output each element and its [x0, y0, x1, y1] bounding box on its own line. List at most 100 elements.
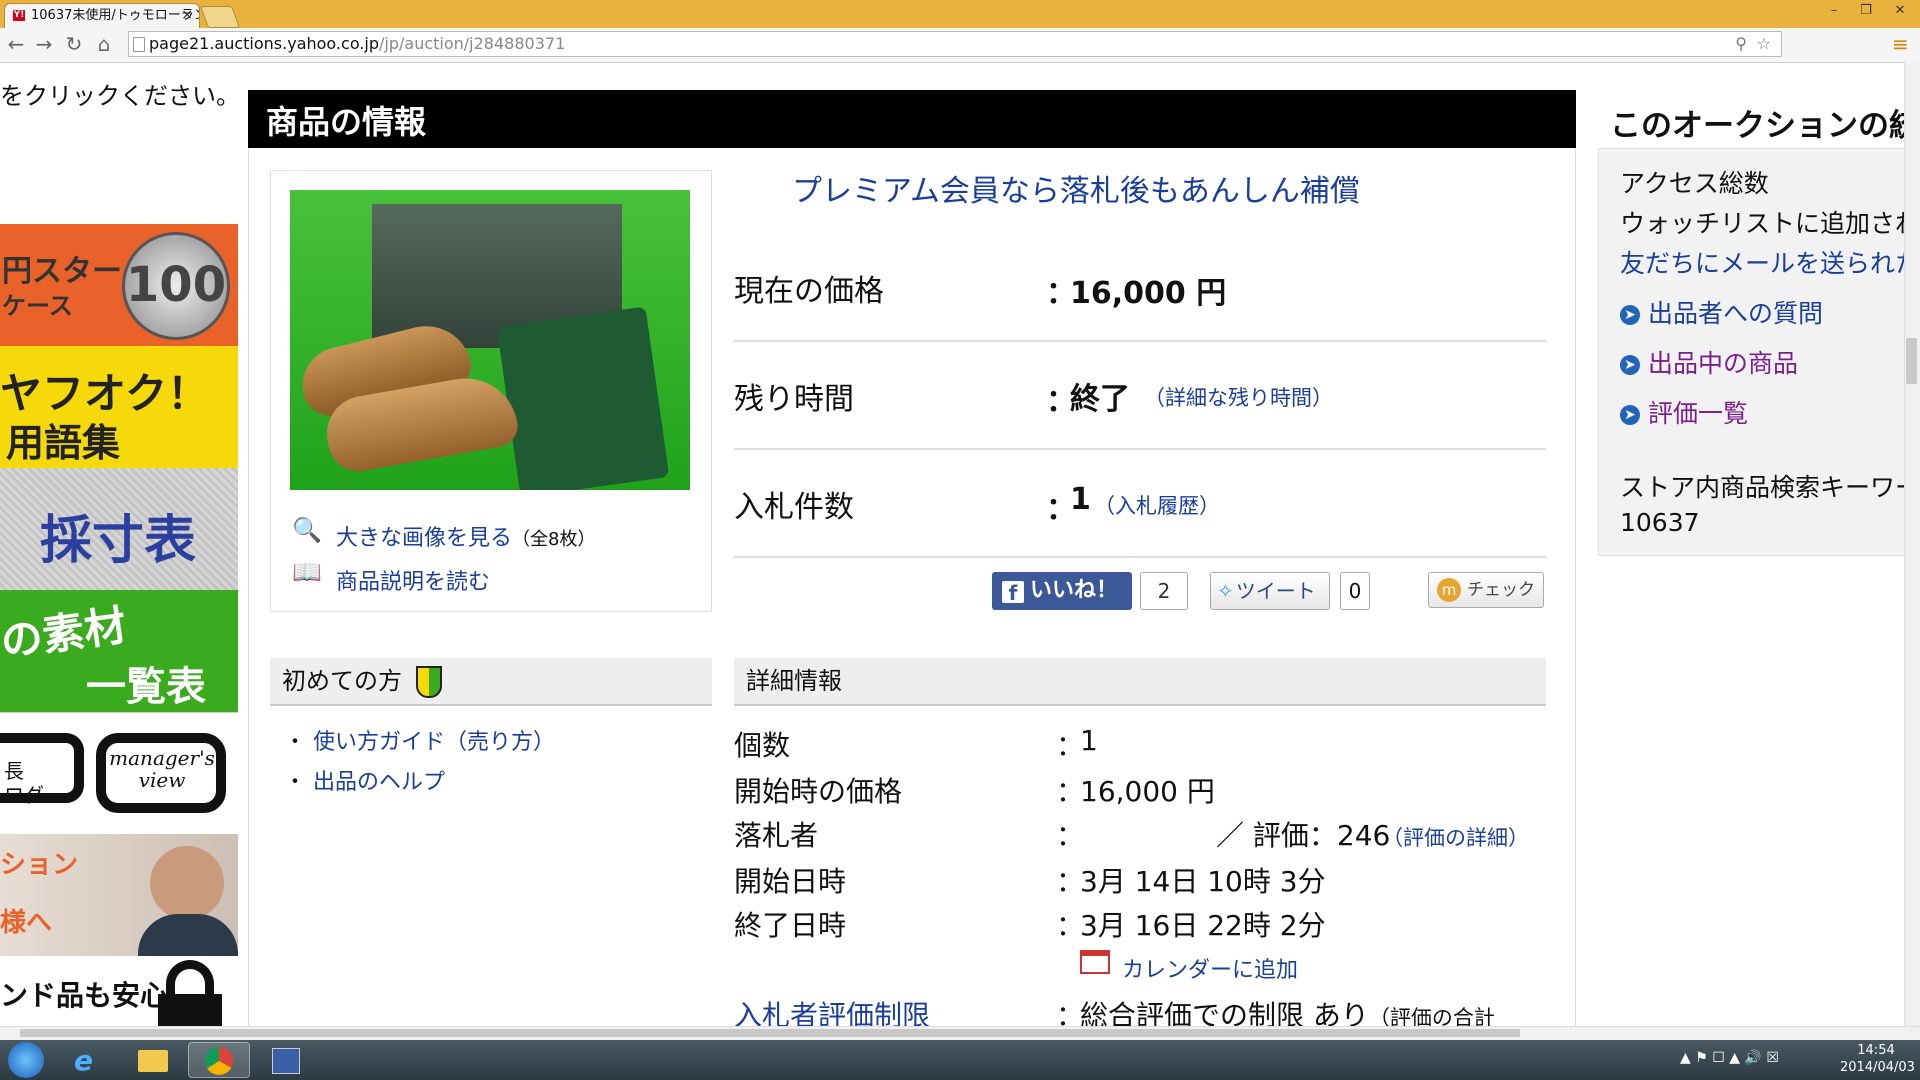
friends-mail-link[interactable]: 友だちにメールを送られた — [1620, 244, 1904, 280]
banner-text: ション — [0, 850, 79, 880]
ie-icon: e — [74, 1044, 93, 1077]
vertical-scroll-thumb[interactable] — [1906, 338, 1917, 384]
seller-question-text[interactable]: 出品者への質問 — [1648, 299, 1823, 328]
clock-time: 14:54 — [1857, 1043, 1895, 1058]
app-taskbar-button[interactable] — [254, 1042, 316, 1078]
arrow-circle-icon: ➤ — [1620, 305, 1640, 325]
system-tray-icons[interactable]: ▲ ⚑ ☐ ▲ 🔊 ☒ — [1680, 1050, 1779, 1066]
current-price-label: 現在の価格 — [734, 274, 884, 309]
divider — [734, 448, 1546, 450]
banner-fashion[interactable]: ション 様へ — [0, 834, 238, 956]
listing-help-text[interactable]: 出品のヘルプ — [313, 770, 445, 795]
banner-size-chart[interactable]: 採寸表 — [0, 468, 238, 590]
read-description-link[interactable]: 商品説明を読む — [336, 564, 490, 596]
app-icon — [272, 1048, 300, 1074]
back-icon[interactable]: ← — [4, 32, 28, 56]
seller-items-text[interactable]: 出品中の商品 — [1648, 349, 1798, 378]
url-host: page21.auctions.yahoo.co.jp — [149, 34, 380, 53]
add-to-calendar-link[interactable]: カレンダーに追加 — [1122, 952, 1298, 984]
vertical-scrollbar[interactable] — [1904, 62, 1920, 1026]
chrome-taskbar-button[interactable] — [188, 1042, 250, 1078]
view-large-link-text[interactable]: 大きな画像を見る — [336, 526, 512, 551]
explorer-icon — [138, 1050, 168, 1072]
url-path: /jp/auction/j284880371 — [379, 34, 566, 53]
detail-colon: ： — [1056, 819, 1085, 852]
seller-items-link[interactable]: ➤ 出品中の商品 — [1620, 344, 1798, 380]
calendar-icon — [1080, 950, 1110, 974]
padlock-body-icon — [158, 994, 222, 1026]
maximize-button[interactable]: ❐ — [1852, 2, 1880, 20]
banner-text: ンド品も安心 — [0, 979, 169, 1012]
rating-list-link[interactable]: ➤ 評価一覧 — [1620, 394, 1748, 430]
access-count-label: アクセス総数 — [1620, 169, 1769, 198]
page-icon — [133, 37, 145, 52]
explorer-taskbar-button[interactable] — [122, 1042, 184, 1078]
reload-icon[interactable]: ↻ — [62, 32, 86, 56]
premium-guarantee-link[interactable]: プレミアム会員なら落札後もあんしん補償 — [792, 166, 1360, 210]
like-count: 2 — [1140, 572, 1188, 610]
start-orb-icon[interactable] — [8, 1042, 44, 1078]
current-price-value: 16,000 円 — [1070, 276, 1227, 311]
banner-subtext: ケース — [2, 292, 73, 320]
facebook-like-button[interactable]: f いいね！ — [992, 572, 1132, 610]
ie-taskbar-button[interactable]: e — [56, 1042, 118, 1078]
tab-title: 10637未使用/トゥモローラン — [31, 8, 200, 23]
banner-yafuoku-glossary[interactable]: ヤフオク！ 用語集 — [0, 346, 238, 468]
browser-tab[interactable]: Y! 10637未使用/トゥモローラン × — [4, 3, 200, 28]
listing-help-link[interactable]: ・ 出品のヘルプ — [284, 764, 445, 796]
seller-question-link[interactable]: ➤ 出品者への質問 — [1620, 294, 1823, 330]
usage-guide-link[interactable]: ・ 使い方ガイド（売り方） — [284, 724, 555, 756]
clock-date: 2014/04/03 — [1840, 1060, 1915, 1075]
menu-icon[interactable]: ≡ — [1892, 32, 1909, 56]
detail-value-start-date: 3月 14日 10時 3分 — [1080, 865, 1326, 898]
detail-value-quantity: 1 — [1080, 724, 1098, 757]
banner-subtext: 様へ — [0, 908, 53, 938]
banner-subtext: 一覧表 — [86, 664, 206, 710]
model-photo — [150, 846, 224, 920]
arrow-circle-icon: ➤ — [1620, 405, 1640, 425]
detail-value-start-price: 16,000 円 — [1080, 775, 1215, 808]
rating-details-link[interactable]: （評価の詳細） — [1382, 822, 1529, 852]
facebook-icon: f — [1002, 581, 1024, 605]
horizontal-scroll-thumb[interactable] — [20, 1029, 1520, 1037]
bookmark-star-icon[interactable]: ☆ — [1757, 32, 1771, 56]
yahoo-favicon-icon: Y! — [13, 10, 25, 21]
banner-100yen-start[interactable]: 円スタート ケース 100 — [0, 224, 238, 346]
magnifier-icon: 🔍 — [292, 516, 322, 544]
detail-value-end-date: 3月 16日 22時 2分 — [1080, 909, 1326, 942]
beginner-heading: 初めての方 — [270, 658, 712, 706]
model-photo-body — [138, 914, 238, 956]
check-label: チェック — [1467, 580, 1535, 600]
detail-label-start-date: 開始日時 — [734, 865, 847, 898]
address-bar[interactable]: page21.auctions.yahoo.co.jp/jp/auction/j… — [128, 31, 1782, 57]
banner-brand-safe[interactable]: ンド品も安心 — [0, 956, 238, 1026]
clock[interactable]: 14:54 2014/04/03 — [1840, 1042, 1915, 1076]
banner-manager-blog[interactable]: 長 ログ manager's view — [0, 712, 238, 836]
bid-count-label: 入札件数 — [734, 490, 854, 525]
beginner-heading-text: 初めての方 — [282, 667, 402, 695]
bidder-rating-limit-link[interactable]: 入札者評価制限 — [734, 994, 930, 1026]
bid-history-link[interactable]: （入札履歴） — [1094, 490, 1220, 520]
zoom-icon[interactable]: ⚲ — [1735, 32, 1747, 56]
view-large-image-link[interactable]: 大きな画像を見る（全8枚） — [336, 520, 595, 552]
detail-label-start-price: 開始時の価格 — [734, 775, 903, 808]
image-count-note: （全8枚） — [512, 529, 596, 550]
tab-close-icon[interactable]: × — [181, 4, 193, 27]
dust-bag — [496, 306, 670, 490]
manager-view-logo: manager's view — [109, 746, 215, 792]
detail-label-winner: 落札者 — [734, 819, 819, 852]
detailed-time-left-link[interactable]: （詳細な残り時間） — [1144, 382, 1333, 412]
forward-icon[interactable]: → — [32, 32, 56, 56]
product-photo[interactable] — [290, 190, 690, 490]
details-heading: 詳細情報 — [734, 658, 1546, 706]
banner-material-list[interactable]: の素材 一覧表 — [0, 590, 238, 712]
usage-guide-text[interactable]: 使い方ガイド（売り方） — [313, 730, 555, 755]
badge-100-icon: 100 — [122, 232, 230, 340]
rating-list-text[interactable]: 評価一覧 — [1648, 399, 1748, 428]
tweet-button[interactable]: ✧ ツイート — [1210, 572, 1330, 610]
mixi-check-button[interactable]: m チェック — [1428, 572, 1544, 608]
minimize-button[interactable]: – — [1820, 2, 1848, 20]
store-keyword-value[interactable]: 10637 — [1620, 508, 1700, 537]
home-icon[interactable]: ⌂ — [92, 32, 116, 56]
close-window-button[interactable]: ✕ — [1886, 2, 1914, 20]
